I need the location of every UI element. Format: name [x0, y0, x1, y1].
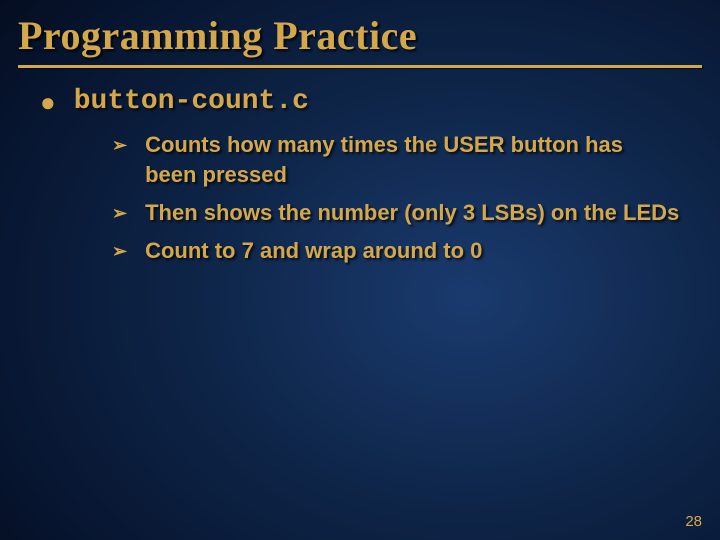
slide-title: Programming Practice: [0, 0, 720, 59]
chevron-right-icon: ➢: [112, 130, 127, 160]
bullet-icon: ●: [40, 86, 56, 118]
page-number: 28: [685, 513, 702, 530]
chevron-right-icon: ➢: [112, 236, 127, 266]
sub-item-text: Count to 7 and wrap around to 0: [145, 236, 482, 266]
sub-item-text: Counts how many times the USER button ha…: [145, 130, 680, 190]
chevron-right-icon: ➢: [112, 198, 127, 228]
sub-item: ➢ Count to 7 and wrap around to 0: [112, 236, 680, 266]
slide-content: ● button-count.c ➢ Counts how many times…: [0, 68, 720, 266]
sub-item: ➢ Then shows the number (only 3 LSBs) on…: [112, 198, 680, 228]
sub-item-text: Then shows the number (only 3 LSBs) on t…: [145, 198, 679, 228]
sub-list: ➢ Counts how many times the USER button …: [112, 130, 680, 266]
sub-item: ➢ Counts how many times the USER button …: [112, 130, 680, 190]
main-bullet-text: button-count.c: [74, 86, 309, 118]
main-bullet-row: ● button-count.c: [40, 86, 680, 118]
